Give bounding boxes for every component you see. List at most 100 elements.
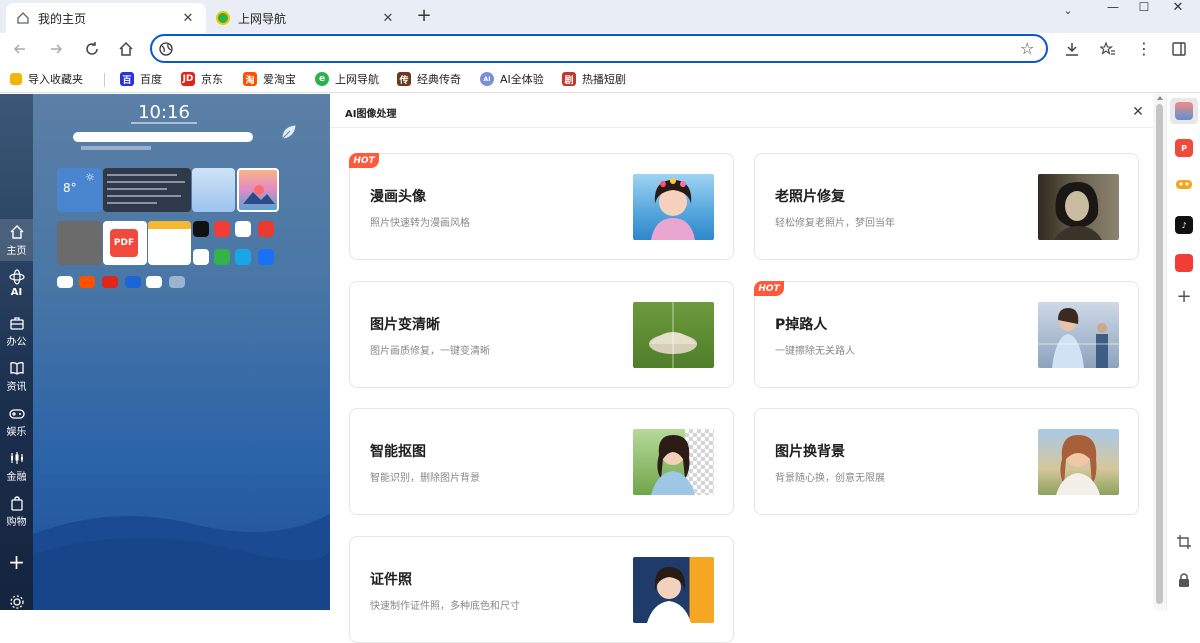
xiaohongshu-app-icon[interactable] (214, 221, 230, 237)
bookmark-baidu[interactable]: 百百度 (120, 70, 162, 88)
video-app-icon[interactable] (193, 249, 209, 265)
lock-button[interactable] (1177, 572, 1191, 591)
arrow-right-icon (51, 44, 63, 54)
arrow-left-icon (13, 44, 25, 54)
menu-button[interactable]: ⋮ (1132, 37, 1156, 61)
baidu-icon: 百 (120, 72, 134, 86)
card-title: P掉路人 (775, 317, 828, 333)
card-cartoon-avatar[interactable]: HOT 漫画头像 照片快速转为漫画风格 (349, 153, 734, 260)
tab-web-navigation[interactable]: 上网导航 ✕ (206, 3, 406, 33)
nav-item-office[interactable]: 办公 (0, 315, 33, 348)
close-window-button[interactable]: ✕ (1166, 0, 1190, 16)
dock-jd-icon[interactable] (102, 276, 118, 288)
xiaohongshu-icon[interactable] (1175, 254, 1193, 272)
maximize-button[interactable]: ☐ (1132, 0, 1156, 16)
hot-list-widget[interactable] (103, 168, 191, 212)
bookmark-navigation[interactable]: e 上网导航 (315, 70, 379, 88)
nav-item-shopping[interactable]: 购物 (0, 495, 33, 528)
bookmark-star-icon[interactable]: ☆ (1020, 39, 1034, 58)
reload-button[interactable] (80, 37, 104, 61)
minimize-button[interactable]: — (1096, 0, 1130, 16)
nav-settings-button[interactable] (0, 594, 33, 612)
image-tool-icon[interactable] (1175, 102, 1193, 120)
dock-add-icon[interactable] (169, 276, 185, 288)
nav-item-finance[interactable]: 金融 (0, 450, 33, 483)
pdf-tool-icon[interactable]: P (1175, 139, 1193, 157)
nav-item-news[interactable]: 资讯 (0, 360, 33, 393)
bookmark-legend-game[interactable]: 传经典传奇 (397, 70, 461, 88)
card-image-enhance[interactable]: 图片变清晰 图片画质修复，一键变清晰 (349, 281, 734, 388)
right-tool-sidebar: P ♪ + (1166, 94, 1200, 610)
card-change-background[interactable]: 图片换背景 背景随心换，创意无限展 (754, 408, 1139, 515)
card-old-photo-repair[interactable]: 老照片修复 轻松修复老照片，梦回当年 (754, 153, 1139, 260)
weather-widget[interactable]: 8° ☼ (57, 168, 102, 212)
homepage-preview: 10:16 8° ☼ PDF (33, 94, 330, 610)
news-image-widget[interactable] (57, 221, 102, 265)
dock-app-1[interactable] (57, 276, 73, 288)
new-tab-button[interactable]: + (414, 6, 434, 26)
download-button[interactable] (1060, 37, 1084, 61)
nav-item-home[interactable]: 主页 (0, 224, 33, 257)
dock-app-4[interactable] (125, 276, 141, 288)
taobao-icon: 淘 (243, 72, 257, 86)
forward-button[interactable] (44, 37, 68, 61)
sidebar-toggle-button[interactable] (1167, 37, 1191, 61)
bookmark-jd[interactable]: JD 京东 (181, 70, 223, 88)
bookmark-short-drama[interactable]: 剧热播短剧 (562, 70, 626, 88)
briefcase-icon (9, 317, 24, 330)
iqiyi-app-icon[interactable] (214, 249, 230, 265)
close-tab-icon[interactable]: ✕ (180, 11, 196, 26)
plus-icon: + (8, 550, 25, 574)
bookmark-label: 导入收藏夹 (28, 73, 83, 86)
card-title: 图片变清晰 (370, 317, 440, 333)
note-widget[interactable] (148, 221, 191, 265)
preview-search-box[interactable] (73, 132, 253, 142)
add-tool-button[interactable]: + (1175, 288, 1193, 306)
nav-item-ai[interactable]: AI (0, 269, 33, 298)
zhihu-app-icon[interactable] (258, 249, 274, 265)
tab-search-chevron-icon[interactable]: ⌄ (1058, 4, 1078, 24)
dock-taobao-icon[interactable] (79, 276, 95, 288)
gear-icon (9, 595, 24, 609)
wave-decoration (33, 514, 330, 610)
nav-item-entertainment[interactable]: 娱乐 (0, 405, 33, 438)
scroll-thumb[interactable] (1156, 104, 1163, 604)
weather-temp: 8° (63, 181, 77, 195)
back-button[interactable] (8, 37, 32, 61)
tab-my-homepage[interactable]: 我的主页 ✕ (6, 3, 206, 33)
home-icon (10, 225, 23, 239)
navigation-site-icon (216, 11, 230, 25)
address-bar[interactable]: ☆ (150, 34, 1048, 63)
close-tab-icon[interactable]: ✕ (380, 11, 396, 26)
game-controller-icon[interactable] (1175, 175, 1193, 193)
card-remove-passerby[interactable]: HOT P掉路人 一键擦除无关路人 (754, 281, 1139, 388)
dock-app-5[interactable] (146, 276, 162, 288)
bookmark-taobao[interactable]: 淘爱淘宝 (243, 70, 296, 88)
ai-widget[interactable] (192, 168, 235, 212)
weibo-app-icon[interactable] (235, 221, 251, 237)
navigation-site-icon: e (315, 72, 329, 86)
favorites-button[interactable] (1096, 37, 1120, 61)
close-icon: ✕ (1132, 104, 1144, 120)
bookmark-divider (104, 73, 105, 87)
screenshot-crop-button[interactable] (1176, 534, 1192, 553)
home-button[interactable] (114, 37, 138, 61)
bookmark-ai-experience[interactable]: AI AI全体验 (480, 70, 544, 88)
wallpaper-widget[interactable] (237, 168, 279, 212)
toolbar: ☆ ⋮ (0, 33, 1200, 65)
bookmark-import[interactable]: 导入收藏夹 (10, 70, 83, 88)
card-id-photo[interactable]: 证件照 快速制作证件照，多种底色和尺寸 (349, 536, 734, 643)
nav-add-button[interactable]: + (0, 550, 33, 574)
panel-scrollbar[interactable] (1153, 94, 1166, 610)
toutiao-app-icon[interactable] (258, 221, 274, 237)
tiktok-app-icon[interactable] (193, 221, 209, 237)
pdf-widget[interactable]: PDF (103, 221, 147, 265)
scroll-up-icon[interactable] (1157, 96, 1163, 100)
close-panel-button[interactable]: ✕ (1130, 104, 1146, 120)
card-smart-cutout[interactable]: 智能抠图 智能识别，删除图片背景 (349, 408, 734, 515)
nav-label: 办公 (6, 337, 27, 348)
bookmark-label: 京东 (201, 73, 223, 86)
bilibili-app-icon[interactable] (235, 249, 251, 265)
search-tabs (81, 146, 151, 150)
tiktok-icon[interactable]: ♪ (1175, 216, 1193, 234)
